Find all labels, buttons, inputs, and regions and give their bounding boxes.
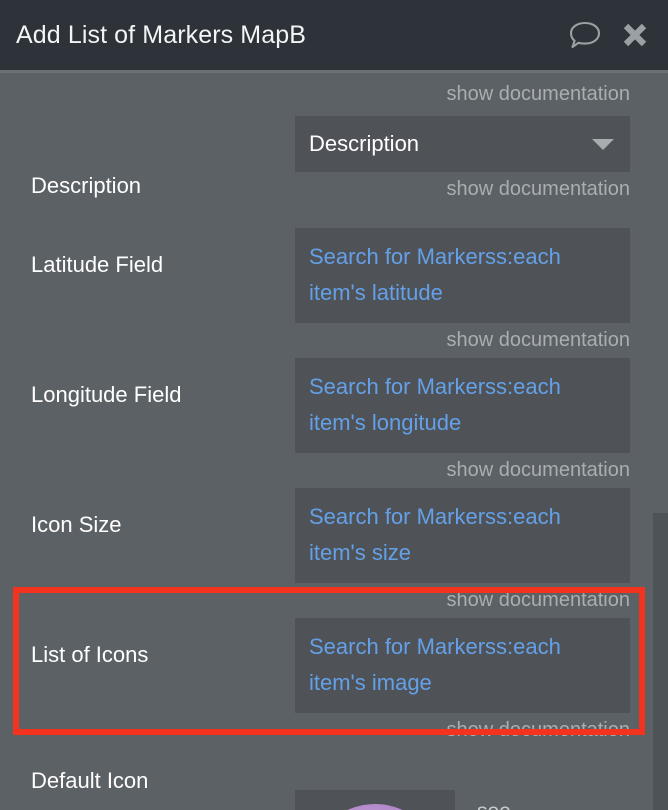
- vertical-scrollbar[interactable]: [653, 513, 668, 810]
- description-dropdown[interactable]: Description: [295, 116, 630, 172]
- show-documentation-link-list-of-icons[interactable]: show documentation: [295, 719, 630, 742]
- properties-panel-body: show documentation Description Descripti…: [0, 73, 668, 810]
- close-button[interactable]: [620, 20, 650, 50]
- description-dropdown-value: Description: [309, 131, 420, 156]
- property-label-list-of-icons: List of Icons: [31, 642, 149, 667]
- field-column-latitude: Search for Markerss:each item's latitude…: [295, 228, 630, 352]
- show-documentation-link-description[interactable]: show documentation: [295, 178, 630, 201]
- field-column-icon-size: Search for Markerss:each item's size sho…: [295, 488, 630, 612]
- field-column-description: Description show documentation: [295, 116, 630, 201]
- icon-size-expression-value: Search for Markerss:each item's size: [309, 504, 561, 565]
- chevron-down-icon: [592, 138, 614, 150]
- longitude-expression-value: Search for Markerss:each item's longitud…: [309, 374, 561, 435]
- close-x-icon: [623, 23, 647, 47]
- icon-size-expression-field[interactable]: Search for Markerss:each item's size: [295, 488, 630, 584]
- titlebar-actions: [568, 19, 650, 51]
- speech-bubble-icon: [569, 21, 601, 49]
- default-icon-note: see: [477, 800, 511, 810]
- field-column-longitude: Search for Markerss:each item's longitud…: [295, 358, 630, 482]
- property-label-default-icon: Default Icon: [31, 768, 149, 793]
- show-documentation-link-top[interactable]: show documentation: [295, 83, 630, 106]
- top-field-column: show documentation: [295, 77, 630, 106]
- dialog-titlebar: Add List of Markers MapB: [0, 0, 668, 70]
- show-documentation-link-icon-size[interactable]: show documentation: [295, 589, 630, 612]
- comment-button[interactable]: [568, 19, 602, 51]
- latitude-expression-value: Search for Markerss:each item's latitude: [309, 244, 561, 305]
- property-label-latitude: Latitude Field: [31, 252, 164, 277]
- show-documentation-link-longitude[interactable]: show documentation: [295, 459, 630, 482]
- latitude-expression-field[interactable]: Search for Markerss:each item's latitude: [295, 228, 630, 324]
- list-of-icons-expression-value: Search for Markerss:each item's image: [309, 634, 561, 695]
- dialog-title: Add List of Markers MapB: [16, 20, 307, 49]
- property-label-description: Description: [31, 173, 142, 198]
- default-icon-preview-group: see: [295, 790, 511, 810]
- field-column-list-of-icons: Search for Markerss:each item's image sh…: [295, 618, 630, 742]
- longitude-expression-field[interactable]: Search for Markerss:each item's longitud…: [295, 358, 630, 454]
- property-label-longitude: Longitude Field: [31, 382, 182, 407]
- purple-circle-image: [309, 804, 441, 810]
- default-icon-thumbnail[interactable]: [295, 790, 455, 810]
- show-documentation-link-latitude[interactable]: show documentation: [295, 329, 630, 352]
- list-of-icons-expression-field[interactable]: Search for Markerss:each item's image: [295, 618, 630, 714]
- property-label-icon-size: Icon Size: [31, 512, 122, 537]
- add-list-of-markers-dialog: Add List of Markers MapB show documentat…: [0, 0, 668, 810]
